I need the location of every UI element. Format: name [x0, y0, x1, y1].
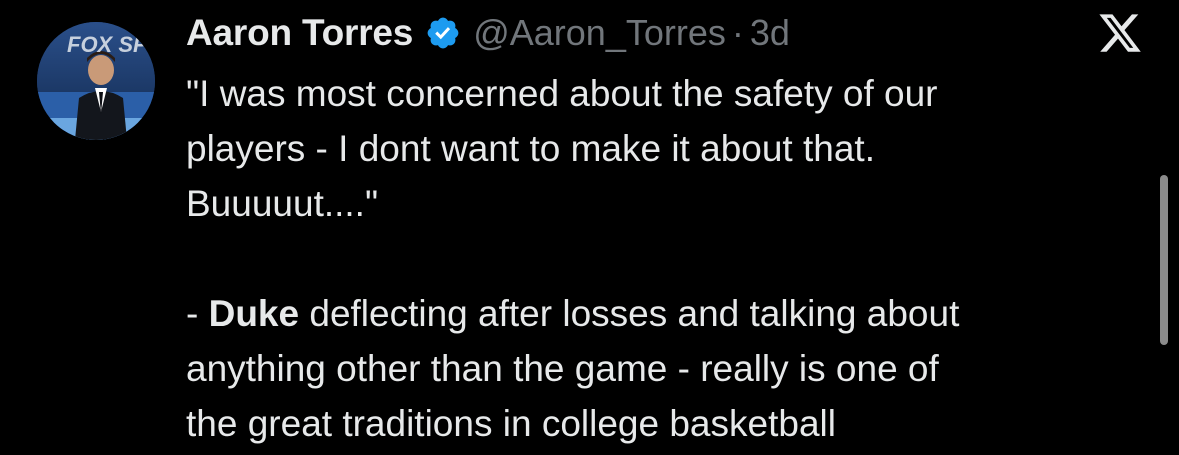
- tweet-line: - Duke deflecting after losses and talki…: [186, 286, 1156, 341]
- avatar-image: FOX SPORTS: [37, 22, 155, 140]
- paragraph-break: [186, 231, 1156, 286]
- scrollbar[interactable]: [1160, 175, 1168, 345]
- tweet-card[interactable]: FOX SPORTS Aaron Torres @Aaron_Torres · …: [0, 0, 1179, 455]
- avatar-logo-text: FOX SPORTS: [67, 32, 155, 57]
- x-logo-icon[interactable]: [1097, 10, 1143, 56]
- tweet-line: the great traditions in college basketba…: [186, 403, 836, 444]
- tweet-text: "I was most concerned about the safety o…: [186, 66, 1156, 451]
- timestamp[interactable]: 3d: [750, 12, 790, 54]
- avatar[interactable]: FOX SPORTS: [37, 22, 155, 140]
- display-name[interactable]: Aaron Torres: [186, 12, 413, 54]
- tweet-line: "I was most concerned about the safety o…: [186, 73, 938, 114]
- handle[interactable]: @Aaron_Torres: [473, 12, 726, 54]
- tweet-line: Buuuuut....": [186, 183, 379, 224]
- quote-rest: deflecting after losses and talking abou…: [299, 293, 960, 334]
- tweet-line: players - I dont want to make it about t…: [186, 128, 875, 169]
- tweet-header: Aaron Torres @Aaron_Torres · 3d: [186, 8, 790, 58]
- tweet-line: anything other than the game - really is…: [186, 348, 939, 389]
- quote-prefix: -: [186, 293, 209, 334]
- separator-dot: ·: [731, 12, 744, 53]
- bold-mention: Duke: [208, 293, 300, 334]
- verified-badge-icon: [425, 15, 461, 51]
